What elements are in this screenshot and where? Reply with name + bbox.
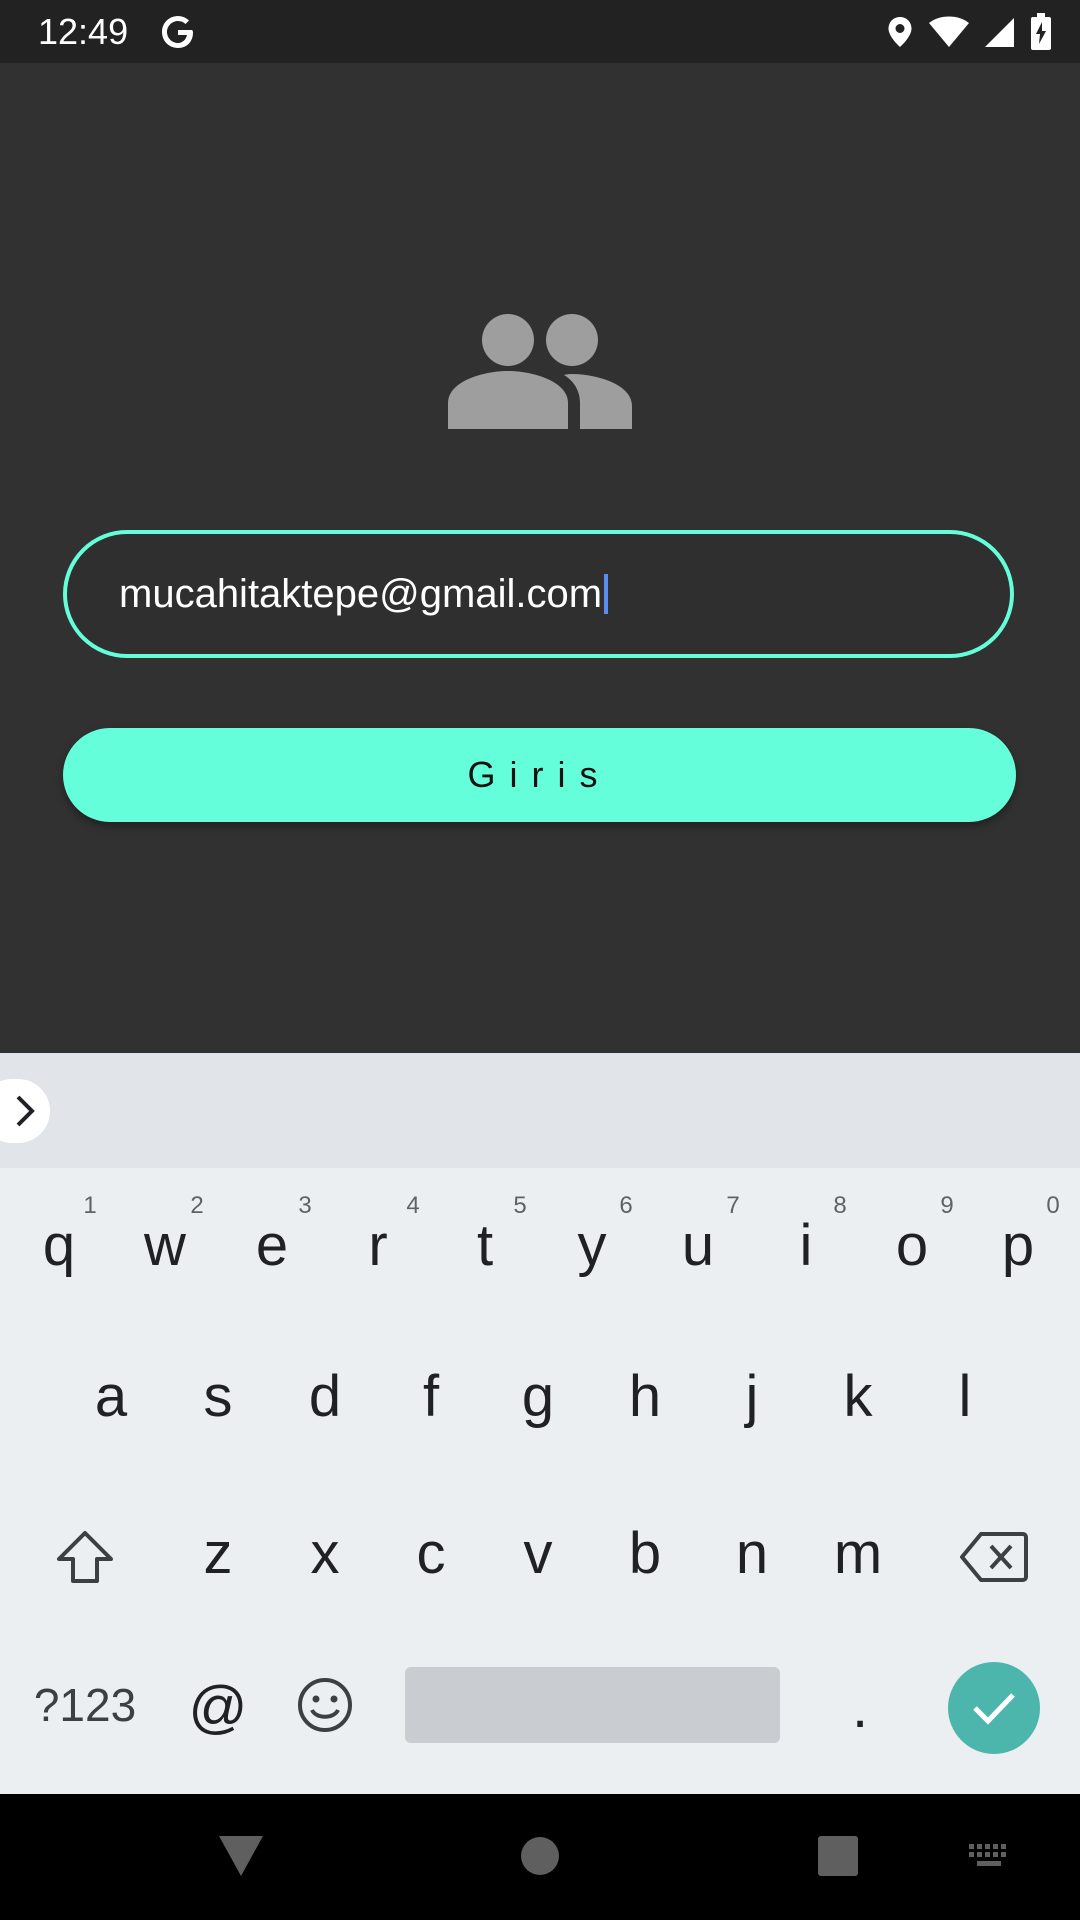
keyboard-switch-icon[interactable]: [967, 1842, 1011, 1870]
navigation-bar: [0, 1794, 1080, 1920]
key-z[interactable]: z: [168, 1514, 268, 1594]
status-bar: 12:49: [0, 0, 1080, 63]
symbols-key[interactable]: ?123: [20, 1665, 150, 1745]
key-x[interactable]: x: [275, 1514, 375, 1594]
key-s[interactable]: s: [168, 1357, 268, 1437]
at-key[interactable]: @: [168, 1668, 268, 1748]
status-icons: [886, 12, 1052, 52]
hint-2: 2: [190, 1192, 204, 1219]
checkmark-icon: [973, 1693, 1015, 1725]
chevron-right-icon: [16, 1095, 35, 1127]
shift-key[interactable]: [35, 1517, 135, 1597]
people-group-icon: [448, 314, 632, 429]
email-field[interactable]: mucahitaktepe@gmail.com: [63, 530, 1014, 658]
text-cursor: [604, 574, 609, 614]
recents-icon[interactable]: [818, 1836, 858, 1876]
space-bar[interactable]: [405, 1667, 780, 1743]
hint-1: 1: [83, 1192, 97, 1219]
suggestion-strip: [0, 1053, 1080, 1168]
back-icon[interactable]: [217, 1834, 265, 1878]
email-value: mucahitaktepe@gmail.com: [119, 572, 603, 616]
key-f[interactable]: f: [381, 1357, 481, 1437]
key-d[interactable]: d: [275, 1357, 375, 1437]
key-h[interactable]: h: [595, 1357, 695, 1437]
key-g[interactable]: g: [488, 1357, 588, 1437]
key-l[interactable]: l: [915, 1357, 1015, 1437]
emoji-icon: [298, 1678, 352, 1732]
key-n[interactable]: n: [702, 1514, 802, 1594]
login-button[interactable]: Giris: [63, 728, 1016, 822]
emoji-key[interactable]: [275, 1665, 375, 1745]
wifi-icon: [929, 16, 969, 47]
home-icon[interactable]: [520, 1836, 560, 1876]
key-c[interactable]: c: [381, 1514, 481, 1594]
hint-9: 9: [940, 1192, 954, 1219]
hint-6: 6: [619, 1192, 633, 1219]
hint-4: 4: [406, 1192, 420, 1219]
key-k[interactable]: k: [808, 1357, 908, 1437]
period-key[interactable]: .: [810, 1668, 910, 1748]
key-j[interactable]: j: [702, 1357, 802, 1437]
expand-toolbar-button[interactable]: [0, 1079, 50, 1143]
battery-charging-icon: [1031, 13, 1051, 50]
backspace-key[interactable]: [944, 1517, 1044, 1597]
hint-0: 0: [1046, 1192, 1060, 1219]
hint-8: 8: [833, 1192, 847, 1219]
done-button[interactable]: [948, 1662, 1040, 1754]
hint-7: 7: [726, 1192, 740, 1219]
backspace-icon: [960, 1532, 1028, 1582]
hint-3: 3: [298, 1192, 312, 1219]
key-a[interactable]: a: [61, 1357, 161, 1437]
status-time: 12:49: [38, 11, 129, 52]
key-b[interactable]: b: [595, 1514, 695, 1594]
shift-icon: [57, 1531, 113, 1583]
google-g-icon: [162, 16, 193, 48]
hint-5: 5: [513, 1192, 527, 1219]
signal-icon: [985, 18, 1014, 47]
key-m[interactable]: m: [808, 1514, 908, 1594]
location-icon: [888, 17, 912, 47]
key-v[interactable]: v: [488, 1514, 588, 1594]
